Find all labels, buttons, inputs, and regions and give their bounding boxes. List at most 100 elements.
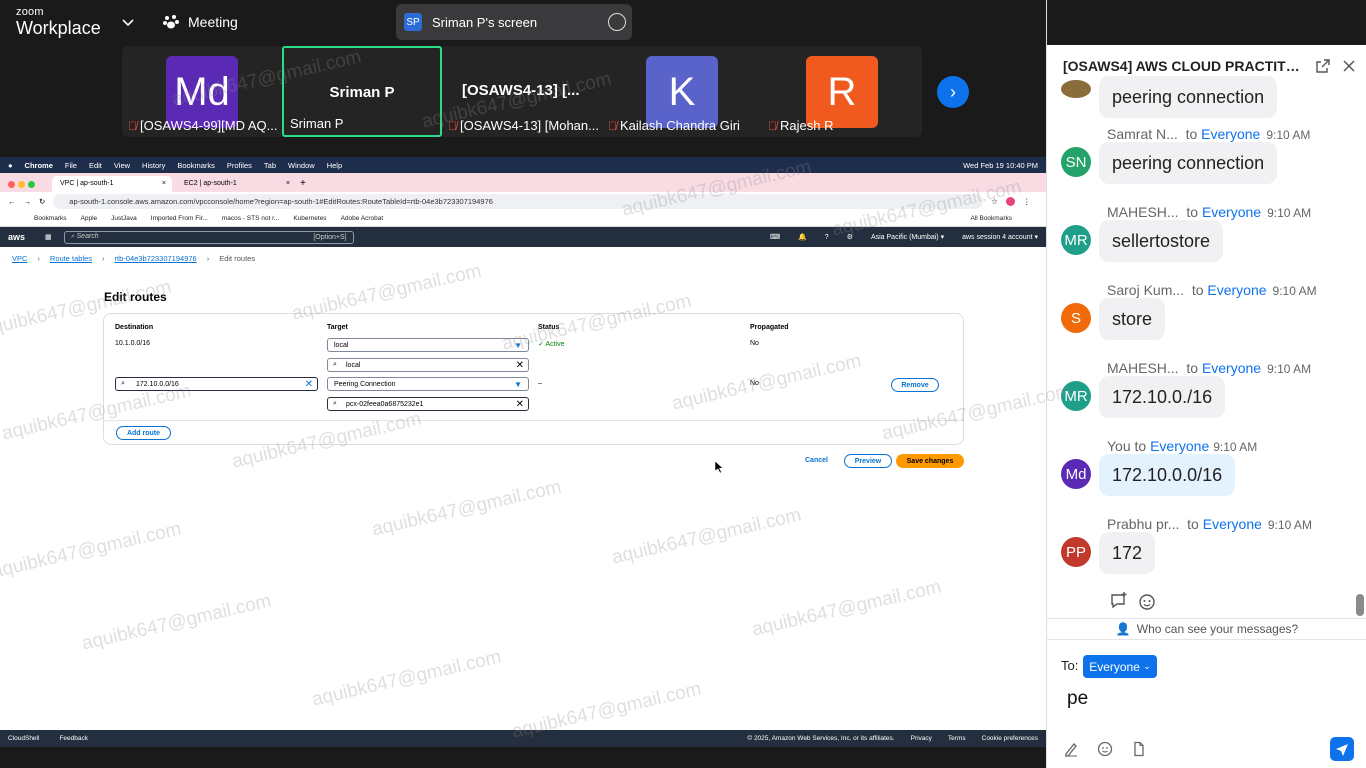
chat-scrollbar[interactable] — [1356, 594, 1364, 616]
url-field[interactable]: ap-south-1.console.aws.amazon.com/vpccon… — [53, 194, 984, 209]
divider — [104, 420, 963, 421]
close-chat-icon[interactable] — [1342, 59, 1356, 73]
close-tab-icon[interactable]: × — [162, 180, 166, 187]
participant-label: Rajesh R — [780, 118, 834, 133]
feedback-link[interactable]: Feedback — [59, 735, 88, 742]
terms-link[interactable]: Terms — [948, 735, 966, 742]
meeting-menu[interactable]: Meeting — [162, 13, 238, 31]
chevron-down-icon[interactable] — [120, 14, 136, 30]
route2-target-search[interactable]: ⌕ pcx-02feea0a6875232e1 ✕ — [327, 397, 529, 411]
file-attach-icon[interactable] — [1131, 741, 1147, 757]
participant-tile-active[interactable]: Sriman P Sriman P — [282, 46, 442, 137]
bell-icon[interactable]: 🔔 — [798, 233, 807, 241]
new-tab-icon[interactable]: + — [300, 178, 306, 192]
help-icon[interactable]: ? — [825, 234, 829, 241]
route2-destination-input[interactable]: ⌕ 172.10.0.0/16 ✕ — [115, 377, 318, 391]
gear-icon[interactable]: ⚙ — [847, 233, 853, 241]
mic-muted-icon: 🎙̸ — [608, 118, 617, 133]
route1-target-select[interactable]: local ▼ — [327, 338, 529, 352]
clear-icon[interactable]: ✕ — [305, 379, 313, 390]
browser-tab-vpc[interactable]: VPC | ap-south-1 × — [52, 176, 172, 192]
route2-target-select[interactable]: Peering Connection ▼ — [327, 377, 529, 391]
forward-icon[interactable]: → — [24, 197, 32, 206]
all-bookmarks[interactable]: All Bookmarks — [970, 215, 1012, 222]
popout-icon[interactable] — [1315, 58, 1331, 74]
timestamp: 9:10 AM — [1267, 362, 1312, 376]
search-placeholder: Search — [76, 233, 99, 240]
remove-route-button[interactable]: Remove — [891, 378, 939, 392]
clear-icon[interactable]: ✕ — [516, 360, 524, 371]
page-title: Edit routes — [104, 290, 167, 304]
message-bubble[interactable]: peering connection — [1099, 142, 1278, 184]
browser-tab-bar: VPC | ap-south-1 × EC2 | ap-south-1 × + — [0, 173, 1046, 192]
participant-display-name: Sriman P — [329, 84, 395, 101]
reload-icon[interactable]: ↻ — [39, 197, 45, 206]
apple-icon: ● — [8, 160, 13, 170]
add-route-button[interactable]: Add route — [116, 426, 171, 440]
route1-target-search[interactable]: ⌕ local ✕ — [327, 358, 529, 372]
message-meta: MAHESH... to Everyone 9:10 AM — [1107, 360, 1311, 376]
bookmark-star-icon[interactable]: ☆ — [991, 197, 998, 206]
sender: Saroj Kum... — [1107, 282, 1185, 298]
search-icon: ⌕ — [333, 400, 337, 407]
to-word: to — [1134, 438, 1147, 454]
reply-thread-icon[interactable] — [1109, 591, 1129, 611]
traffic-lights — [8, 176, 48, 192]
status-text: Active — [545, 341, 565, 348]
clear-icon[interactable]: ✕ — [516, 399, 524, 410]
message-bubble[interactable]: 172 — [1099, 532, 1156, 574]
aws-search-input[interactable]: ⌕ Search [Option+S] — [63, 230, 354, 244]
message-meta: Prabhu pr... to Everyone 9:10 AM — [1107, 516, 1312, 532]
caret-down-icon: ▼ — [514, 379, 522, 389]
preview-button[interactable]: Preview — [844, 454, 892, 468]
cancel-button[interactable]: Cancel — [805, 457, 828, 464]
bookmark-item[interactable]: Apple — [81, 215, 98, 222]
breadcrumb-vpc[interactable]: VPC — [12, 254, 27, 263]
save-changes-button[interactable]: Save changes — [896, 454, 964, 468]
bookmark-item[interactable]: Adobe Acrobat — [341, 215, 384, 222]
breadcrumb-route-table-id[interactable]: rtb-04e3b723307194976 — [115, 254, 197, 263]
next-page-button[interactable]: › — [937, 76, 969, 108]
tab-label: EC2 | ap-south-1 — [184, 180, 237, 187]
bookmark-item[interactable]: JustJava — [111, 215, 137, 222]
message-bubble[interactable]: store — [1099, 298, 1166, 340]
emoji-icon[interactable] — [1097, 741, 1113, 757]
participant-tile[interactable]: [OSAWS4-13] [... 🎙̸ [OSAWS4-13] [Mohan... — [442, 46, 602, 137]
screen-share-indicator[interactable]: SP Sriman P's screen — [396, 4, 632, 40]
close-tab-icon[interactable]: × — [286, 180, 290, 187]
message-bubble[interactable]: 172.10.0.0/16 — [1099, 454, 1236, 496]
participant-tile[interactable]: R 🎙̸ Rajesh R — [762, 46, 922, 137]
search-icon: ⌕ — [121, 380, 125, 387]
add-reaction-icon[interactable] — [1137, 591, 1157, 611]
who-can-see-link[interactable]: 👤 Who can see your messages? — [1047, 618, 1366, 640]
format-text-icon[interactable] — [1063, 741, 1079, 757]
profile-icon[interactable] — [1006, 197, 1016, 206]
privacy-link[interactable]: Privacy — [911, 735, 932, 742]
browser-tab-ec2[interactable]: EC2 | ap-south-1 × — [176, 176, 296, 192]
message-bubble[interactable]: sellertostore — [1099, 220, 1224, 262]
cookie-link[interactable]: Cookie preferences — [982, 735, 1038, 742]
bookmark-item[interactable]: Kubernetes — [293, 215, 326, 222]
message-bubble[interactable]: peering connection — [1099, 76, 1278, 118]
message-meta: Samrat N... to Everyone 9:10 AM — [1107, 126, 1310, 142]
kebab-menu-icon[interactable]: ⋮ — [1023, 197, 1031, 206]
aws-logo[interactable]: aws — [8, 232, 25, 242]
breadcrumb-route-tables[interactable]: Route tables — [50, 254, 92, 263]
account-menu[interactable]: aws session 4 account ▾ — [962, 233, 1038, 241]
cloudshell-icon[interactable]: ⌨ — [770, 233, 780, 241]
cloudshell-link[interactable]: CloudShell — [8, 735, 39, 742]
apps-grid-icon[interactable]: ▦ — [45, 233, 52, 241]
column-header: Target — [327, 324, 348, 331]
participant-tile[interactable]: K 🎙̸ Kailash Chandra Giri — [602, 46, 762, 137]
region-selector[interactable]: Asia Pacific (Mumbai) ▾ — [871, 233, 944, 241]
bookmark-item[interactable]: macos - STS not r... — [222, 215, 279, 222]
send-button[interactable] — [1330, 737, 1354, 761]
chat-message-input[interactable] — [1067, 688, 1327, 710]
bookmark-item[interactable]: Bookmarks — [34, 215, 67, 222]
more-options-icon[interactable] — [608, 13, 626, 31]
recipient-dropdown[interactable]: Everyone ⌄ — [1083, 655, 1157, 678]
participant-tile[interactable]: Md 🎙̸ [OSAWS4-99][MD AQ... — [122, 46, 282, 137]
message-bubble[interactable]: 172.10.0./16 — [1099, 376, 1226, 418]
back-icon[interactable]: ← — [8, 197, 16, 206]
bookmark-item[interactable]: Imported From Fir... — [151, 215, 208, 222]
